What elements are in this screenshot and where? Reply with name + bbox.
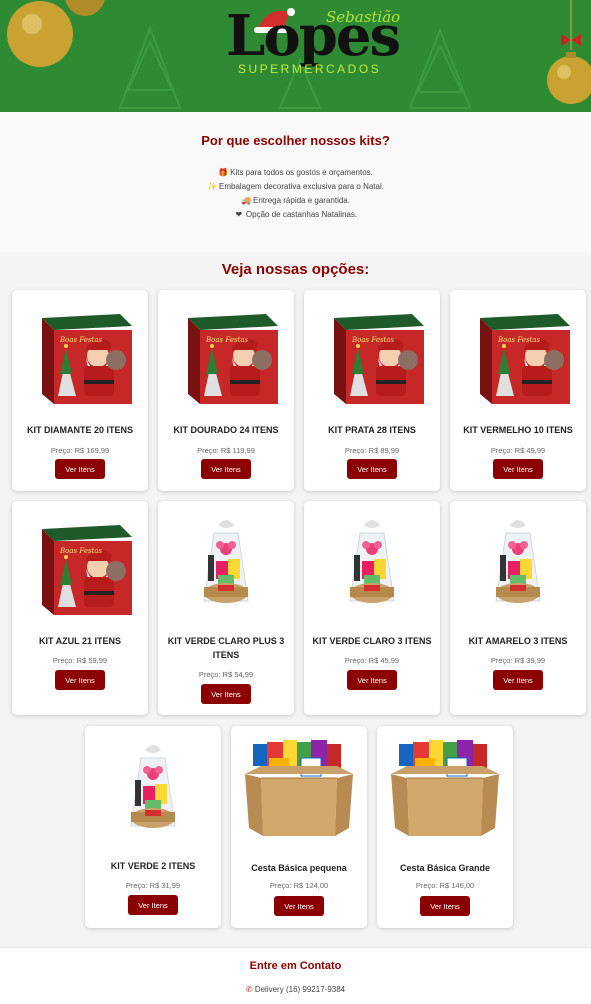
product-card: Cesta Básica Grande Preço: R$ 146,00 Ver I… (377, 726, 513, 928)
view-items-button[interactable]: Ver Itens (201, 684, 251, 704)
why-title: Por que escolher nossos kits? (201, 133, 390, 148)
contact-title: Entre em Contato (249, 960, 342, 972)
product-image: Boas Festas (20, 511, 140, 621)
view-items-button[interactable]: Ver Itens (420, 896, 470, 916)
product-name: KIT VERDE 2 ITENS (110, 861, 196, 871)
logo-script: Sebastião (326, 8, 401, 26)
product-name: KIT AMARELO 3 ITENS (468, 636, 568, 646)
svg-text:Boas Festas: Boas Festas (59, 547, 103, 555)
product-price: Preço: R$ 124,00 (269, 881, 329, 890)
delivery-label: Delivery (254, 985, 284, 994)
product-card: KIT VERDE CLARO PLUS 3 ITENS Preço: R$ 54… (158, 501, 294, 715)
product-name: KIT VERDE CLARO PLUS 3 ITENS (167, 636, 285, 660)
product-price: Preço: R$ 119,99 (197, 446, 255, 455)
view-items-button[interactable]: Ver Itens (201, 459, 251, 479)
product-card: KIT AMARELO 3 ITENS Preço: R$ 39,99 Ver It… (450, 501, 586, 715)
product-name: KIT VERDE CLARO 3 ITENS (312, 636, 432, 646)
options-title: Veja nossas opções: (221, 261, 370, 278)
why-item-text: Embalagem decorativa exclusiva para o Na… (219, 182, 384, 191)
product-card: KIT VERDE 2 ITENS Preço: R$ 31,99 Ver Iten… (85, 726, 221, 928)
product-image (458, 511, 578, 621)
svg-text:Boas Festas: Boas Festas (205, 336, 249, 344)
phone-icon: ✆ (245, 985, 253, 994)
svg-text:Boas Festas: Boas Festas (59, 336, 103, 344)
truck-icon: 🚚 (241, 196, 251, 205)
product-name: KIT DIAMANTE 20 ITENS (26, 425, 133, 435)
product-name: Cesta Básica Grande (399, 863, 491, 873)
product-card: Boas Festas KIT DOURADO 24 ITENS Preço: R$… (158, 290, 294, 491)
product-image (239, 736, 359, 846)
product-image (93, 736, 213, 846)
view-items-button[interactable]: Ver Itens (493, 459, 543, 479)
sparkles-icon: ✨ (207, 182, 217, 191)
product-card: Boas Festas KIT PRATA 28 ITENS Preço: R$ 8… (304, 290, 440, 491)
product-price: Preço: R$ 89,99 (344, 446, 400, 455)
gift-icon: 🎁 (218, 168, 229, 177)
why-item-text: Entrega rápida e garantida. (253, 196, 350, 205)
view-items-button[interactable]: Ver Itens (493, 670, 543, 690)
product-card: Boas Festas KIT VERMELHO 10 ITENS Preço: R… (450, 290, 586, 491)
product-price: Preço: R$ 146,00 (415, 881, 475, 890)
product-image: Boas Festas (166, 300, 286, 410)
view-items-button[interactable]: Ver Itens (274, 896, 324, 916)
why-item: 🚚 Entrega rápida e garantida. (0, 194, 591, 208)
product-name: KIT DOURADO 24 ITENS (173, 425, 279, 435)
delivery-phone[interactable]: (16) 99217-9384 (286, 985, 345, 994)
why-item: ❤ Opção de castanhas Natalinas. (0, 208, 591, 222)
product-price: Preço: R$ 45,99 (344, 656, 400, 665)
product-name: KIT PRATA 28 ITENS (328, 425, 416, 435)
product-price: Preço: R$ 39,99 (490, 656, 546, 665)
contact-section: Entre em Contato ✆ Delivery (16) 99217-9… (0, 947, 591, 1004)
why-item: ✨ Embalagem decorativa exclusiva para o N… (0, 180, 591, 194)
delivery-line: ✆ Delivery (16) 99217-9384 (0, 985, 591, 994)
product-price: Preço: R$ 169,99 (50, 446, 110, 455)
view-items-button[interactable]: Ver Itens (347, 459, 397, 479)
svg-text:Boas Festas: Boas Festas (497, 336, 541, 344)
product-image (385, 736, 505, 846)
product-image (312, 511, 432, 621)
product-card: KIT VERDE CLARO 3 ITENS Preço: R$ 45,99 Ve… (304, 501, 440, 715)
product-name: KIT AZUL 21 ITENS (38, 636, 121, 646)
svg-text:Boas Festas: Boas Festas (351, 336, 395, 344)
product-price: Preço: R$ 54,99 (198, 670, 254, 679)
product-price: Preço: R$ 49,99 (490, 446, 546, 455)
heart-icon: ❤ (235, 210, 243, 219)
ornament-left (7, 1, 73, 67)
view-items-button[interactable]: Ver Itens (347, 670, 397, 690)
why-item: 🎁 Kits para todos os gostos e orçamentos. (0, 166, 591, 180)
product-image (166, 511, 286, 621)
view-items-button[interactable]: Ver Itens (128, 895, 178, 915)
product-card: Boas Festas KIT AZUL 21 ITENS Preço: R$ 59… (12, 501, 148, 715)
why-item-text: Opção de castanhas Natalinas. (245, 210, 358, 219)
why-list: 🎁 Kits para todos os gostos e orçamentos.… (0, 166, 591, 222)
view-items-button[interactable]: Ver Itens (55, 459, 105, 479)
logo-tagline: SUPERMERCADOS (238, 62, 382, 76)
product-card: Boas Festas KIT DIAMANTE 20 ITENS Preço: R… (12, 290, 148, 491)
why-item-text: Kits para todos os gostos e orçamentos. (230, 168, 373, 177)
header-banner: Lopes Sebastião SUPERMERCADOS (0, 0, 591, 112)
product-image: Boas Festas (458, 300, 578, 410)
product-card: Cesta Básica pequena Preço: R$ 124,00 Ver … (231, 726, 367, 928)
why-section: Por que escolher nossos kits? 🎁 Kits para… (0, 112, 591, 252)
product-price: Preço: R$ 31,99 (125, 881, 181, 890)
product-name: KIT VERMELHO 10 ITENS (463, 425, 573, 435)
product-image: Boas Festas (312, 300, 432, 410)
product-image: Boas Festas (20, 300, 140, 410)
product-name: Cesta Básica pequena (251, 863, 347, 873)
ornament-right (547, 56, 591, 104)
view-items-button[interactable]: Ver Itens (55, 670, 105, 690)
product-price: Preço: R$ 59,99 (52, 656, 108, 665)
